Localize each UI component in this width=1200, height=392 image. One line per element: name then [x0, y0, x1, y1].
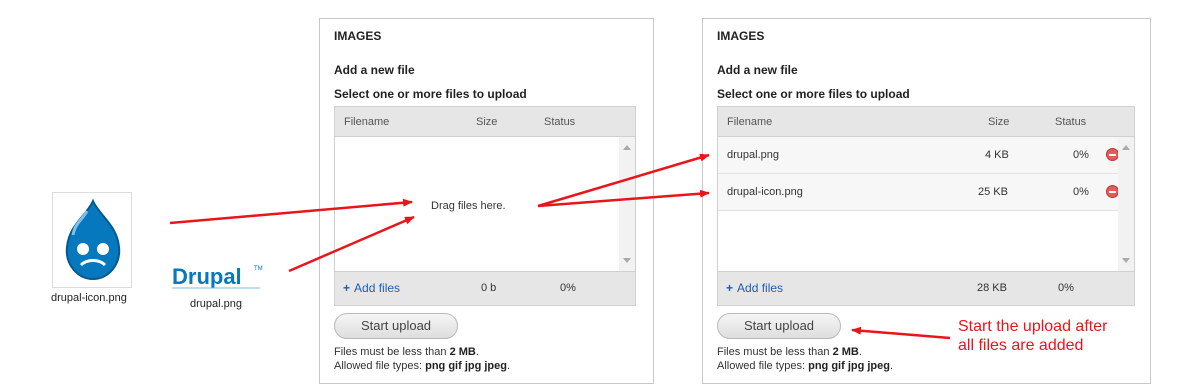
allowed-types-note: Allowed file types: png gif jpg jpeg.: [334, 360, 511, 372]
add-files-button[interactable]: + Add files: [343, 281, 400, 295]
drupal-logo-text: Drupal: [172, 264, 242, 289]
upload-annotation: Start the upload after all files are add…: [958, 317, 1107, 355]
panel-title: IMAGES: [334, 29, 382, 43]
file-size: 25 KB: [978, 186, 1008, 198]
file-list-scrollbar[interactable]: [1118, 137, 1134, 271]
file-name: drupal-icon.png: [727, 186, 803, 198]
file-name: drupal.png: [727, 149, 779, 161]
file-row: drupal.png 4 KB 0%: [718, 137, 1119, 174]
file-list-footer: + Add files 28 KB 0%: [718, 271, 1134, 305]
column-size: Size: [476, 116, 498, 128]
scroll-up-icon[interactable]: [1122, 145, 1130, 150]
column-status: Status: [1055, 116, 1087, 128]
file-row: drupal-icon.png 25 KB 0%: [718, 174, 1119, 211]
drag-files-text: Drag files here.: [431, 200, 506, 212]
scroll-down-icon[interactable]: [1122, 258, 1130, 263]
total-status: 0%: [560, 282, 576, 294]
scroll-down-icon[interactable]: [623, 258, 631, 263]
column-status: Status: [544, 116, 576, 128]
drupal-icon-filename: drupal-icon.png: [51, 292, 127, 304]
annotation-line-2: all files are added: [958, 337, 1084, 354]
column-filename: Filename: [727, 116, 773, 128]
file-size: 4 KB: [985, 149, 1009, 161]
upload-dropzone[interactable]: Filename Size Status Drag files here. + A…: [334, 106, 636, 306]
plus-icon: +: [343, 281, 351, 295]
drupal-logo-file[interactable]: Drupal TM: [170, 262, 264, 292]
images-panel-empty: IMAGES Add a new file Select one or more…: [319, 18, 654, 384]
drupal-filename: drupal.png: [190, 298, 242, 310]
upload-dropzone[interactable]: Filename Size Status drupal.png 4 KB 0% …: [717, 106, 1135, 306]
add-files-label: Add files: [737, 281, 784, 295]
scroll-up-icon[interactable]: [623, 145, 631, 150]
drupal-logo-tm: TM: [254, 266, 263, 272]
allowed-types-note: Allowed file types: png gif jpg jpeg.: [717, 360, 894, 372]
total-status: 0%: [1058, 282, 1074, 294]
add-files-button[interactable]: + Add files: [726, 281, 783, 295]
drupal-logo: Drupal TM: [172, 264, 263, 289]
size-limit-note: Files must be less than 2 MB.: [717, 346, 862, 358]
size-limit-note: Files must be less than 2 MB.: [334, 346, 479, 358]
column-size: Size: [988, 116, 1010, 128]
drupal-drop-icon: [65, 198, 121, 281]
file-status: 0%: [1073, 186, 1089, 198]
file-status: 0%: [1073, 149, 1089, 161]
add-files-label: Add files: [354, 281, 401, 295]
panel-title: IMAGES: [717, 29, 765, 43]
select-files-label: Select one or more files to upload: [717, 87, 910, 101]
add-new-file-heading: Add a new file: [334, 63, 415, 77]
plus-icon: +: [726, 281, 734, 295]
drupal-icon-file[interactable]: [52, 192, 132, 288]
select-files-label: Select one or more files to upload: [334, 87, 527, 101]
total-size: 0 b: [481, 282, 497, 294]
add-new-file-heading: Add a new file: [717, 63, 798, 77]
start-upload-button[interactable]: Start upload: [717, 313, 841, 339]
file-list-footer: + Add files 0 b 0%: [335, 271, 635, 305]
total-size: 28 KB: [977, 282, 1007, 294]
file-list-header: Filename Size Status: [335, 107, 635, 137]
column-filename: Filename: [344, 116, 390, 128]
file-list-header: Filename Size Status: [718, 107, 1134, 137]
annotation-line-1: Start the upload after: [958, 318, 1108, 335]
start-upload-button[interactable]: Start upload: [334, 313, 458, 339]
file-list-scrollbar[interactable]: [619, 137, 635, 271]
